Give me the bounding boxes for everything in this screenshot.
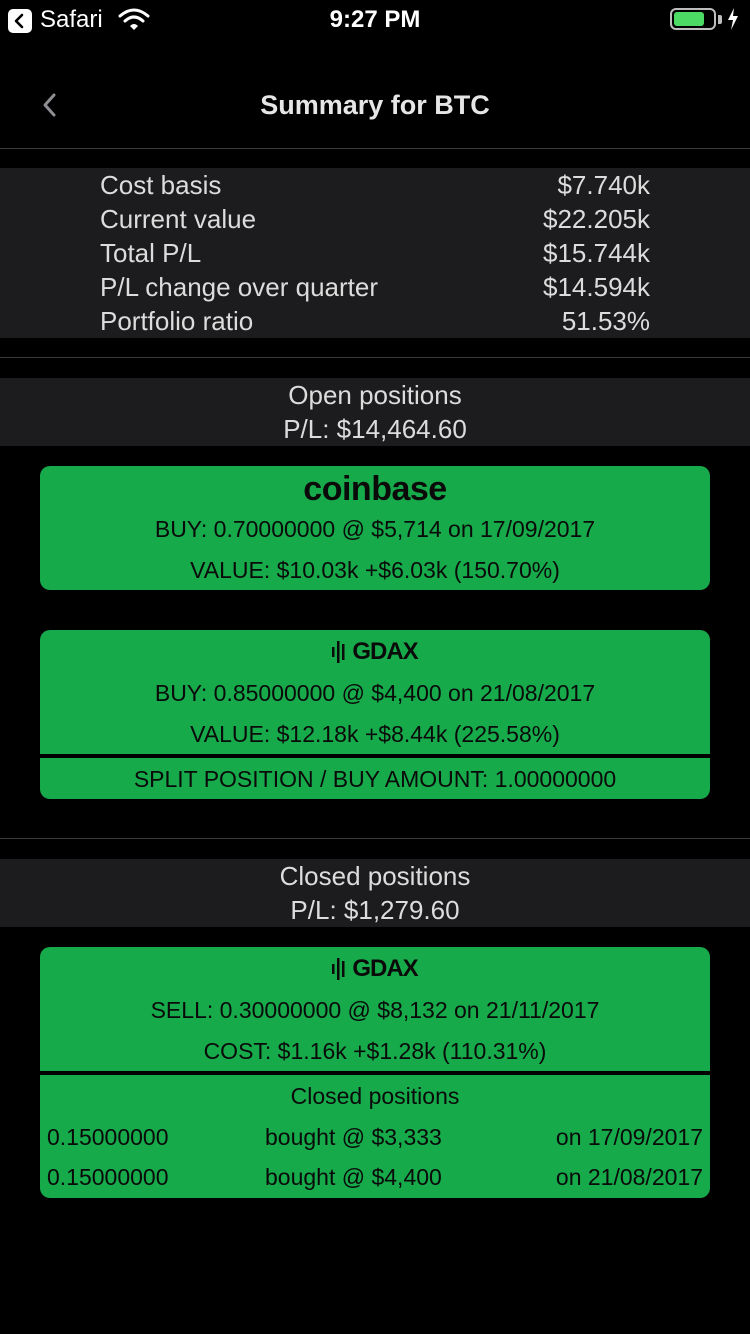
section-pl: P/L: $1,279.60: [290, 895, 460, 925]
gdax-logo-text: GDAX: [352, 955, 418, 982]
battery-tip: [718, 15, 722, 24]
gdax-logo-icon: [332, 958, 345, 980]
summary-row-cost-basis: Cost basis $7.740k: [100, 170, 650, 204]
coinbase-logo: coinbase: [303, 470, 447, 508]
gdax-logo-icon: [332, 641, 345, 663]
summary-label: Portfolio ratio: [100, 306, 254, 336]
lot-bought-price: bought @ $4,400: [265, 1164, 442, 1190]
battery-level: [674, 12, 705, 26]
closed-lot-row: 0.15000000 bought @ $3,333 on 17/09/2017: [40, 1124, 710, 1154]
value-line: VALUE: $10.03k +$6.03k (150.70%): [190, 557, 560, 583]
navigation-bar: Summary for BTC: [0, 62, 750, 149]
summary-panel: Cost basis $7.740k Current value $22.205…: [0, 168, 750, 338]
section-title: Open positions: [288, 380, 462, 410]
lot-date: on 21/08/2017: [555, 1164, 703, 1190]
summary-row-portfolio-ratio: Portfolio ratio 51.53%: [100, 306, 650, 340]
page-title: Summary for BTC: [260, 90, 490, 120]
gdax-logo: GDAX: [40, 955, 710, 983]
value-line: VALUE: $12.18k +$8.44k (225.58%): [190, 721, 560, 747]
gdax-logo: GDAX: [40, 638, 710, 666]
open-positions-header: Open positions P/L: $14,464.60: [0, 378, 750, 446]
lot-bought-price: bought @ $3,333: [265, 1124, 442, 1150]
summary-value: $7.740k: [557, 170, 650, 200]
section-title: Closed positions: [279, 861, 471, 891]
battery-icon: [670, 8, 716, 30]
card-divider: [40, 1071, 710, 1075]
charging-bolt-icon: [728, 8, 738, 30]
lot-amount: 0.15000000: [47, 1124, 169, 1150]
summary-label: P/L change over quarter: [100, 272, 378, 302]
closed-positions-header: Closed positions P/L: $1,279.60: [0, 859, 750, 927]
status-time: 9:27 PM: [329, 6, 421, 33]
trade-line: BUY: 0.85000000 @ $4,400 on 21/08/2017: [154, 680, 596, 706]
summary-row-total-pl: Total P/L $15.744k: [100, 238, 650, 272]
closed-lot-row: 0.15000000 bought @ $4,400 on 21/08/2017: [40, 1164, 710, 1194]
cost-line: COST: $1.16k +$1.28k (110.31%): [203, 1038, 547, 1064]
section-divider: [0, 838, 750, 839]
summary-label: Cost basis: [100, 170, 222, 200]
summary-value: 51.53%: [561, 306, 650, 336]
closed-position-card-gdax[interactable]: GDAX SELL: 0.30000000 @ $8,132 on 21/11/…: [40, 947, 710, 1198]
trade-line: SELL: 0.30000000 @ $8,132 on 21/11/2017: [150, 997, 600, 1023]
gdax-logo-text: GDAX: [352, 638, 418, 665]
lot-date: on 17/09/2017: [555, 1124, 703, 1150]
trade-line: BUY: 0.70000000 @ $5,714 on 17/09/2017: [154, 516, 596, 542]
position-card-gdax[interactable]: GDAX BUY: 0.85000000 @ $4,400 on 21/08/2…: [40, 630, 710, 799]
closed-lots-title: Closed positions: [290, 1083, 460, 1109]
summary-value: $15.744k: [543, 238, 650, 268]
section-pl: P/L: $14,464.60: [283, 414, 467, 444]
summary-row-pl-change-quarter: P/L change over quarter $14.594k: [100, 272, 650, 306]
lot-amount: 0.15000000: [47, 1164, 169, 1190]
summary-label: Current value: [100, 204, 257, 234]
summary-label: Total P/L: [100, 238, 202, 268]
summary-row-current-value: Current value $22.205k: [100, 204, 650, 238]
section-divider: [0, 357, 750, 358]
split-position-button[interactable]: SPLIT POSITION / BUY AMOUNT: 1.00000000: [40, 766, 710, 793]
summary-value: $22.205k: [543, 204, 650, 234]
card-divider: [40, 754, 710, 758]
summary-value: $14.594k: [543, 272, 650, 302]
status-bar: Safari 9:27 PM: [0, 0, 750, 40]
position-card-coinbase[interactable]: coinbase BUY: 0.70000000 @ $5,714 on 17/…: [40, 466, 710, 590]
